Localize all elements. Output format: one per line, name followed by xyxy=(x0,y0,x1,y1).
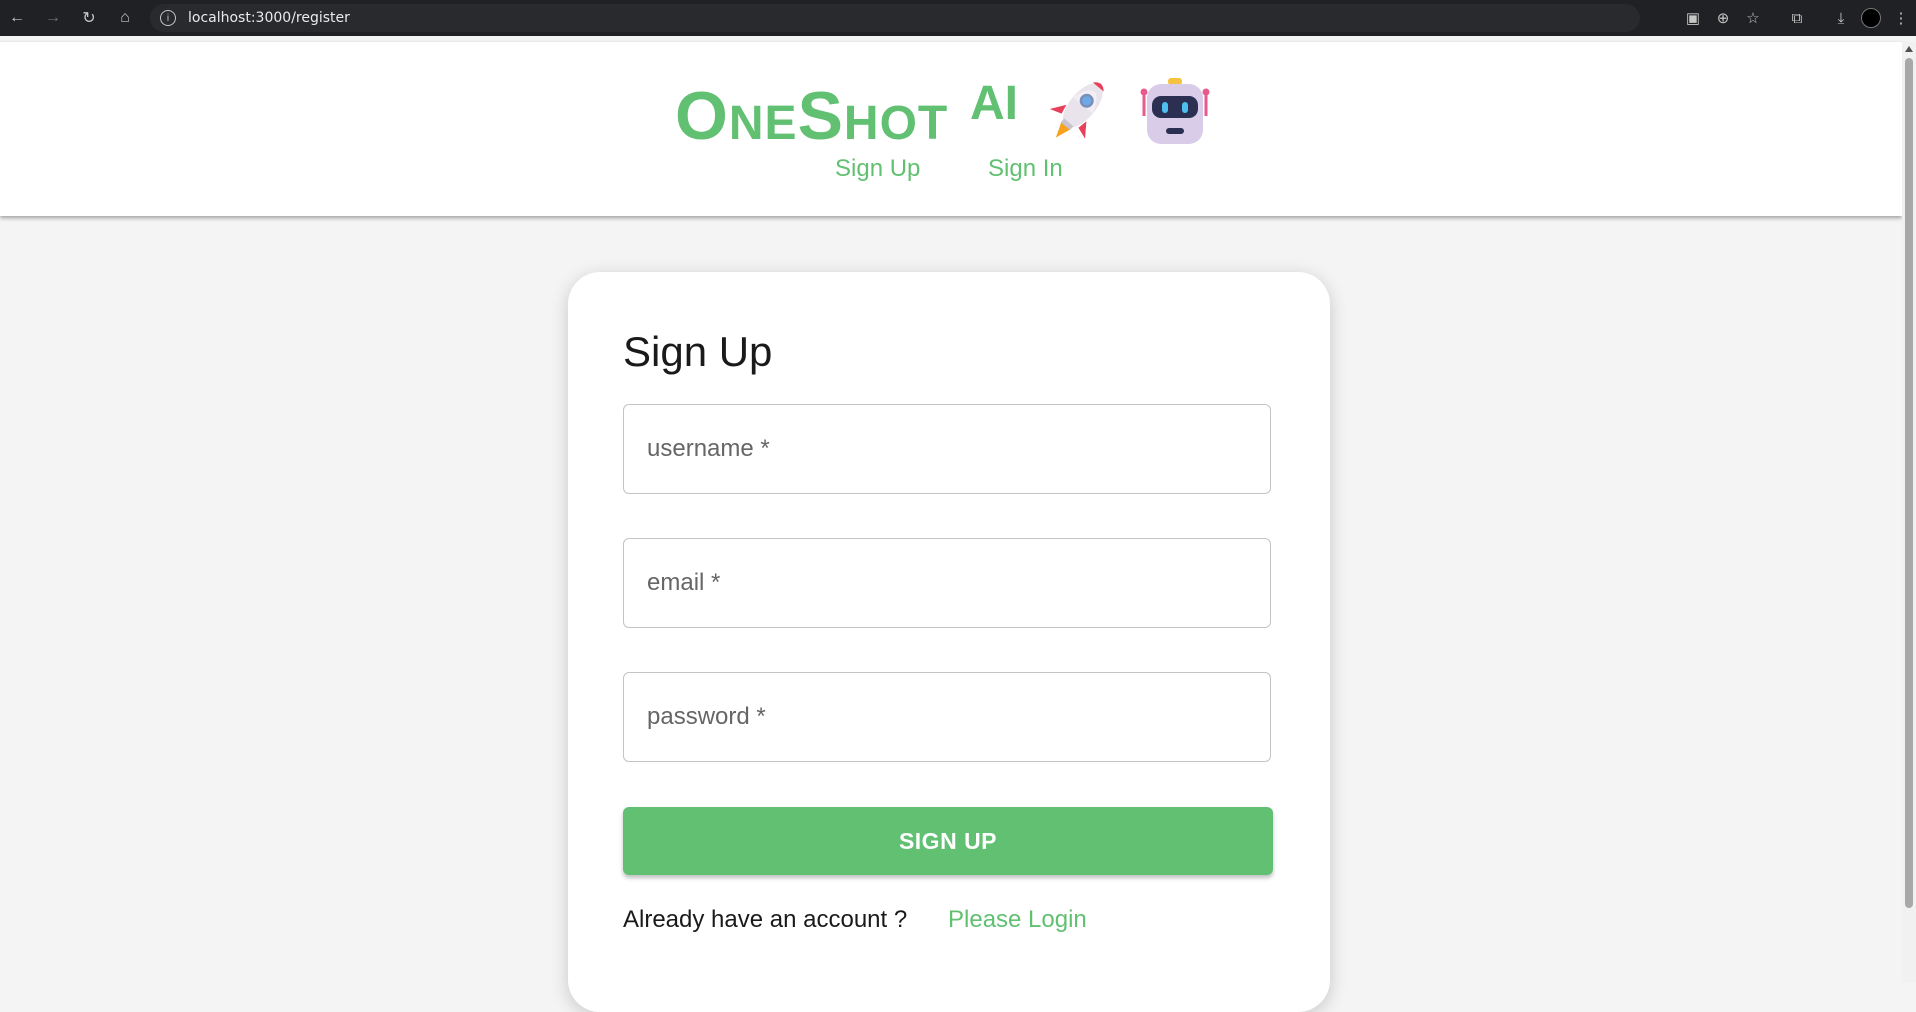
back-icon[interactable]: ← xyxy=(6,7,28,29)
bookmark-star-icon[interactable]: ☆ xyxy=(1738,0,1768,36)
username-placeholder: username * xyxy=(647,435,770,462)
brand-suffix: AI xyxy=(970,77,1018,130)
profile-avatar[interactable] xyxy=(1856,0,1886,36)
scroll-thumb[interactable] xyxy=(1905,58,1913,908)
sign-up-button[interactable]: SIGN UP xyxy=(623,807,1273,875)
install-app-icon[interactable]: ▣ xyxy=(1678,0,1708,36)
site-info-icon[interactable]: i xyxy=(160,10,176,26)
nav-sign-in-link[interactable]: Sign In xyxy=(988,155,1063,183)
reload-icon[interactable]: ↻ xyxy=(78,7,100,29)
extensions-icon[interactable]: ⧉ xyxy=(1782,0,1812,36)
download-icon[interactable]: ⤓ xyxy=(1826,0,1856,36)
brand-logo: OneShot AI xyxy=(675,70,1018,154)
password-placeholder: password * xyxy=(647,703,766,730)
please-login-link[interactable]: Please Login xyxy=(948,906,1087,934)
signup-card: Sign Up username * email * password * SI… xyxy=(568,272,1330,1012)
zoom-icon[interactable]: ⊕ xyxy=(1708,0,1738,36)
email-field[interactable]: email * xyxy=(623,538,1271,628)
page-scrollbar[interactable] xyxy=(1902,42,1916,983)
nav-sign-up-link[interactable]: Sign Up xyxy=(835,155,920,183)
browser-toolbar: ← → ↻ ⌂ i localhost:3000/register ▣ ⊕ ☆ … xyxy=(0,0,1916,36)
email-placeholder: email * xyxy=(647,569,721,596)
already-account-text: Already have an account ? xyxy=(623,906,908,933)
forward-icon[interactable]: → xyxy=(42,7,64,29)
form-title: Sign Up xyxy=(623,328,773,375)
address-bar[interactable]: i localhost:3000/register xyxy=(150,4,1640,32)
rocket-icon xyxy=(1049,82,1104,139)
url-text: localhost:3000/register xyxy=(188,10,350,26)
password-field[interactable]: password * xyxy=(623,672,1271,762)
home-icon[interactable]: ⌂ xyxy=(114,7,136,29)
scroll-up-icon[interactable] xyxy=(1905,46,1913,52)
robot-icon xyxy=(1140,78,1210,144)
menu-icon[interactable]: ⋮ xyxy=(1886,0,1916,36)
brand-name: OneShot xyxy=(675,78,949,154)
app-header xyxy=(0,42,1902,216)
username-field[interactable]: username * xyxy=(623,404,1271,494)
